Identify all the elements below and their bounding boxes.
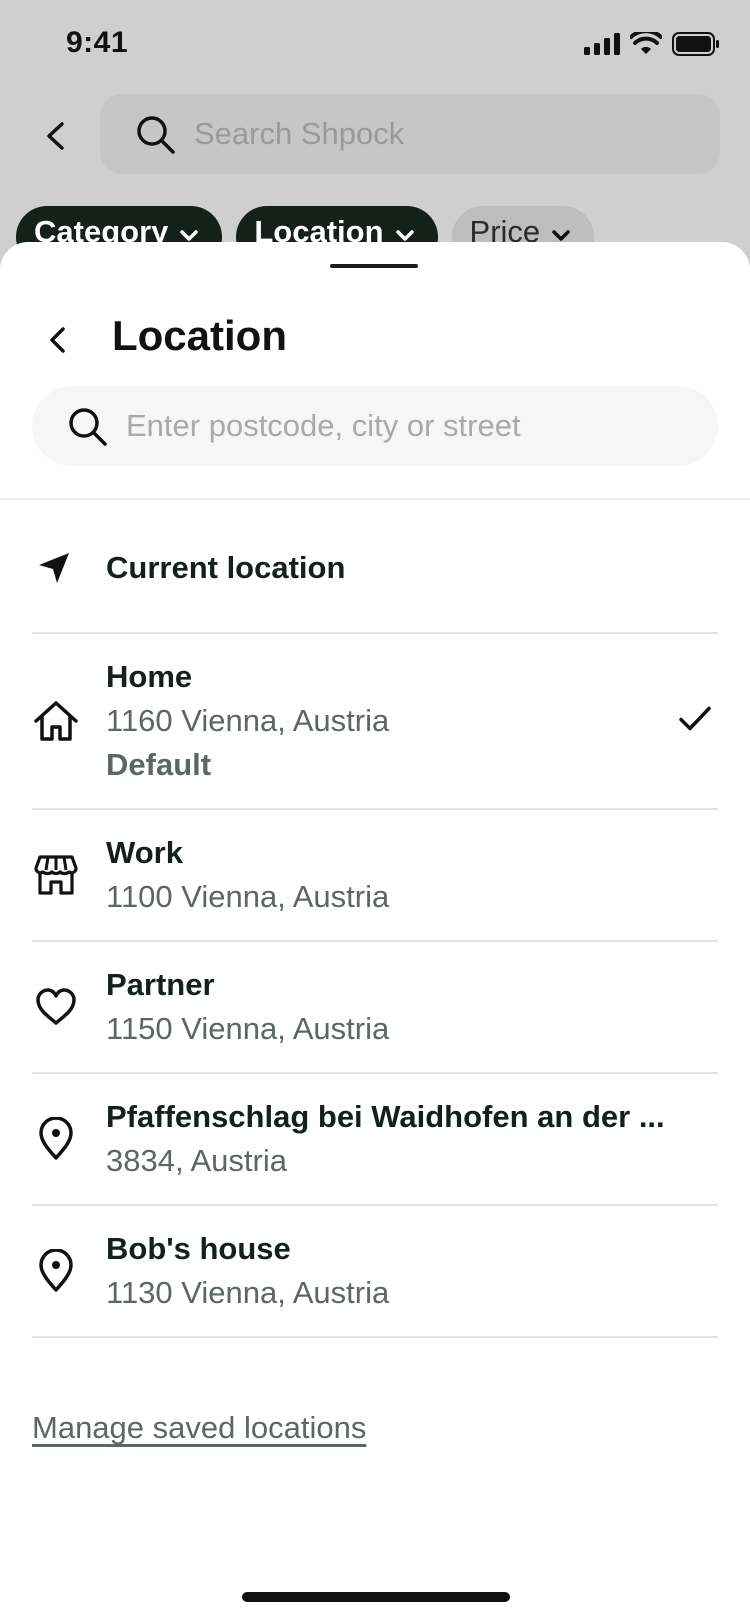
- location-search-field[interactable]: [32, 386, 718, 466]
- search-icon: [137, 116, 175, 154]
- status-bar: 9:41: [0, 0, 750, 90]
- search-icon: [69, 408, 107, 446]
- sheet-back-button[interactable]: [36, 318, 80, 362]
- divider: [32, 1336, 718, 1338]
- status-time: 9:41: [66, 26, 129, 59]
- manage-saved-locations-link[interactable]: Manage saved locations: [32, 1410, 366, 1446]
- location-address: 1100 Vienna, Austria: [106, 879, 390, 914]
- checkmark-icon: [678, 705, 712, 738]
- location-row-home[interactable]: Home 1160 Vienna, Austria Default: [32, 632, 718, 808]
- background-search-placeholder: Search Shpock: [194, 116, 405, 151]
- default-badge: Default: [106, 747, 212, 782]
- cellular-signal-icon: [584, 33, 620, 55]
- location-row-pfaffenschlag[interactable]: Pfaffenschlag bei Waidhofen an der ... 3…: [32, 1072, 718, 1204]
- location-address: 1130 Vienna, Austria: [106, 1275, 390, 1310]
- location-pin-icon: [32, 1249, 80, 1293]
- saved-locations-list: Home 1160 Vienna, Austria Default Work 1…: [32, 632, 718, 1338]
- location-bottom-sheet: Location Current location Home 1160 Vien…: [0, 242, 750, 1624]
- location-name: Home: [106, 659, 193, 694]
- location-name: Pfaffenschlag bei Waidhofen an der ...: [106, 1099, 665, 1134]
- background-search-bar[interactable]: Search Shpock: [100, 94, 720, 174]
- sheet-grabber[interactable]: [330, 264, 418, 268]
- location-pin-icon: [32, 1117, 80, 1161]
- home-icon: [32, 699, 80, 743]
- store-icon: [32, 854, 80, 896]
- location-search-input[interactable]: [126, 408, 686, 444]
- status-icons: [584, 32, 720, 56]
- wifi-icon: [630, 32, 662, 54]
- current-location-label: Current location: [106, 550, 346, 585]
- divider: [0, 498, 750, 500]
- location-address: 1160 Vienna, Austria: [106, 703, 390, 738]
- location-row-bobs-house[interactable]: Bob's house 1130 Vienna, Austria: [32, 1204, 718, 1336]
- location-name: Bob's house: [106, 1231, 291, 1266]
- location-name: Work: [106, 835, 183, 870]
- home-indicator: [242, 1592, 510, 1602]
- location-address: 1150 Vienna, Austria: [106, 1011, 390, 1046]
- location-name: Partner: [106, 967, 215, 1002]
- location-row-partner[interactable]: Partner 1150 Vienna, Austria: [32, 940, 718, 1072]
- navigation-arrow-icon: [32, 551, 76, 585]
- page-title: Location: [112, 312, 287, 359]
- location-row-work[interactable]: Work 1100 Vienna, Austria: [32, 808, 718, 940]
- heart-icon: [32, 988, 80, 1026]
- location-address: 3834, Austria: [106, 1143, 287, 1178]
- back-icon[interactable]: [36, 116, 76, 156]
- back-icon: [50, 327, 65, 353]
- battery-icon: [672, 32, 719, 56]
- current-location-row[interactable]: Current location: [32, 512, 718, 624]
